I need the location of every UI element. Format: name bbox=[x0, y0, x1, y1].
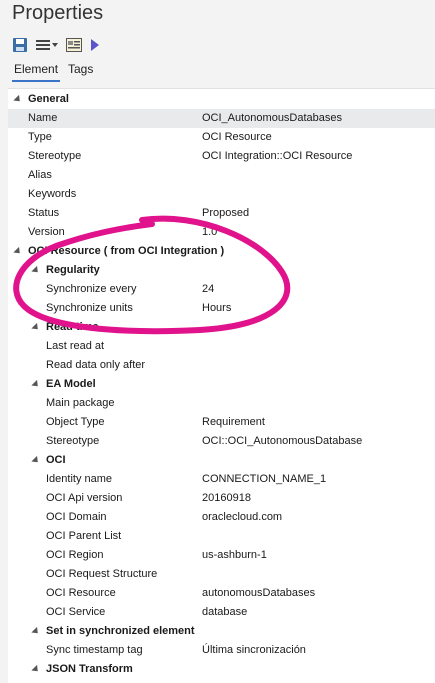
property-key: Alias bbox=[28, 169, 52, 181]
collapse-arrow-icon[interactable] bbox=[13, 246, 23, 257]
property-row-request-structure[interactable]: OCI Request Structure bbox=[8, 565, 435, 584]
section-label: Regularity bbox=[46, 264, 100, 276]
property-value[interactable]: OCI Integration::OCI Resource bbox=[202, 147, 352, 166]
property-key: OCI Resource bbox=[46, 587, 116, 599]
property-key: Synchronize every bbox=[46, 283, 137, 295]
section-json-transform[interactable]: JSON Transform bbox=[8, 660, 435, 679]
property-row-type[interactable]: Type OCI Resource bbox=[8, 128, 435, 147]
property-value[interactable]: CONNECTION_NAME_1 bbox=[202, 470, 326, 489]
property-row-oci-service[interactable]: OCI Service database bbox=[8, 603, 435, 622]
property-row-last-read[interactable]: Last read at bbox=[8, 337, 435, 356]
property-row-main-package[interactable]: Main package bbox=[8, 394, 435, 413]
section-oci[interactable]: OCI bbox=[8, 451, 435, 470]
property-value[interactable]: us-ashburn-1 bbox=[202, 546, 267, 565]
menu-list-icon[interactable] bbox=[36, 36, 50, 54]
section-read-time[interactable]: Read time bbox=[8, 318, 435, 337]
property-key: Sync timestamp tag bbox=[46, 644, 143, 656]
property-key: Object Type bbox=[46, 416, 105, 428]
property-value[interactable]: autonomousDatabases bbox=[202, 584, 315, 603]
property-value[interactable]: OCI_AutonomousDatabases bbox=[202, 109, 342, 128]
property-key: Last read at bbox=[46, 340, 105, 352]
property-row-oci-resource[interactable]: OCI Resource autonomousDatabases bbox=[8, 584, 435, 603]
collapse-arrow-icon[interactable] bbox=[31, 379, 41, 390]
property-key: Identity name bbox=[46, 473, 113, 485]
property-key: OCI Service bbox=[46, 606, 106, 618]
collapse-arrow-icon[interactable] bbox=[31, 664, 41, 675]
property-grid: General Name OCI_AutonomousDatabases Typ… bbox=[8, 88, 435, 683]
property-value[interactable]: Requirement bbox=[202, 413, 265, 432]
property-key: OCI Api version bbox=[46, 492, 123, 504]
section-label: JSON Transform bbox=[46, 663, 133, 675]
property-row-keywords[interactable]: Keywords bbox=[8, 185, 435, 204]
property-value[interactable]: Proposed bbox=[202, 204, 249, 223]
dropdown-icon[interactable] bbox=[52, 36, 58, 54]
property-key: Version bbox=[28, 226, 65, 238]
collapse-arrow-icon[interactable] bbox=[31, 455, 41, 466]
property-row-stereotype[interactable]: Stereotype OCI Integration::OCI Resource bbox=[8, 147, 435, 166]
section-ea-model[interactable]: EA Model bbox=[8, 375, 435, 394]
property-row-alias[interactable]: Alias bbox=[8, 166, 435, 185]
property-row-sync-every[interactable]: Synchronize every 24 bbox=[8, 280, 435, 299]
property-value[interactable]: Hours bbox=[202, 299, 231, 318]
section-label: OCI Resource ( from OCI Integration ) bbox=[28, 245, 225, 257]
property-key: OCI Parent List bbox=[46, 530, 122, 542]
property-value[interactable]: OCI::OCI_AutonomousDatabase bbox=[202, 432, 362, 451]
property-key: Stereotype bbox=[46, 435, 100, 447]
property-row-name[interactable]: Name OCI_AutonomousDatabases bbox=[8, 109, 435, 128]
section-label: OCI bbox=[46, 454, 66, 466]
property-value[interactable]: OCI Resource bbox=[202, 128, 272, 147]
property-key: Read data only after bbox=[46, 359, 146, 371]
section-regularity[interactable]: Regularity bbox=[8, 261, 435, 280]
play-icon[interactable] bbox=[90, 36, 100, 54]
property-key: Status bbox=[28, 207, 60, 219]
property-key: Keywords bbox=[28, 188, 77, 200]
property-row-ea-stereotype[interactable]: Stereotype OCI::OCI_AutonomousDatabase bbox=[8, 432, 435, 451]
collapse-arrow-icon[interactable] bbox=[31, 626, 41, 637]
toolbar bbox=[12, 36, 108, 54]
property-row-oci-domain[interactable]: OCI Domain oraclecloud.com bbox=[8, 508, 435, 527]
tab-tags[interactable]: Tags bbox=[66, 60, 95, 80]
property-row-sync-timestamp-tag[interactable]: Sync timestamp tag Última sincronización bbox=[8, 641, 435, 660]
property-key: Synchronize units bbox=[46, 302, 133, 314]
properties-card-icon[interactable] bbox=[66, 36, 82, 54]
property-key: OCI Region bbox=[46, 549, 104, 561]
property-row-version[interactable]: Version 1.0 bbox=[8, 223, 435, 242]
property-value[interactable]: oraclecloud.com bbox=[202, 508, 282, 527]
collapse-arrow-icon[interactable] bbox=[31, 322, 41, 333]
section-oci-resource[interactable]: OCI Resource ( from OCI Integration ) bbox=[8, 242, 435, 261]
property-key: OCI Domain bbox=[46, 511, 107, 523]
save-icon[interactable] bbox=[12, 36, 28, 54]
section-label: General bbox=[28, 93, 69, 105]
property-row-sync-units[interactable]: Synchronize units Hours bbox=[8, 299, 435, 318]
section-label: Read time bbox=[46, 321, 99, 333]
property-key: Type bbox=[28, 131, 52, 143]
property-key: Stereotype bbox=[28, 150, 82, 162]
panel-title: Properties bbox=[12, 2, 104, 24]
collapse-arrow-icon[interactable] bbox=[31, 265, 41, 276]
tab-element[interactable]: Element bbox=[12, 60, 61, 82]
property-value[interactable]: 20160918 bbox=[202, 489, 251, 508]
section-label: EA Model bbox=[46, 378, 96, 390]
property-row-oci-region[interactable]: OCI Region us-ashburn-1 bbox=[8, 546, 435, 565]
tab-bar: Element Tags bbox=[0, 58, 435, 86]
section-label: Set in synchronized element bbox=[46, 625, 195, 637]
property-row-api-version[interactable]: OCI Api version 20160918 bbox=[8, 489, 435, 508]
property-key: OCI Request Structure bbox=[46, 568, 158, 580]
property-row-status[interactable]: Status Proposed bbox=[8, 204, 435, 223]
property-value[interactable]: 24 bbox=[202, 280, 214, 299]
property-row-parent-list[interactable]: OCI Parent List bbox=[8, 527, 435, 546]
section-general[interactable]: General bbox=[8, 90, 435, 109]
section-set-synchronized[interactable]: Set in synchronized element bbox=[8, 622, 435, 641]
property-row-object-type[interactable]: Object Type Requirement bbox=[8, 413, 435, 432]
property-row-identity-name[interactable]: Identity name CONNECTION_NAME_1 bbox=[8, 470, 435, 489]
collapse-arrow-icon[interactable] bbox=[13, 94, 23, 105]
property-value[interactable]: database bbox=[202, 603, 247, 622]
property-value[interactable]: Última sincronización bbox=[202, 641, 306, 660]
property-key: Name bbox=[28, 112, 58, 124]
property-key: Main package bbox=[46, 397, 115, 409]
property-value[interactable]: 1.0 bbox=[202, 223, 217, 242]
property-row-read-after[interactable]: Read data only after bbox=[8, 356, 435, 375]
